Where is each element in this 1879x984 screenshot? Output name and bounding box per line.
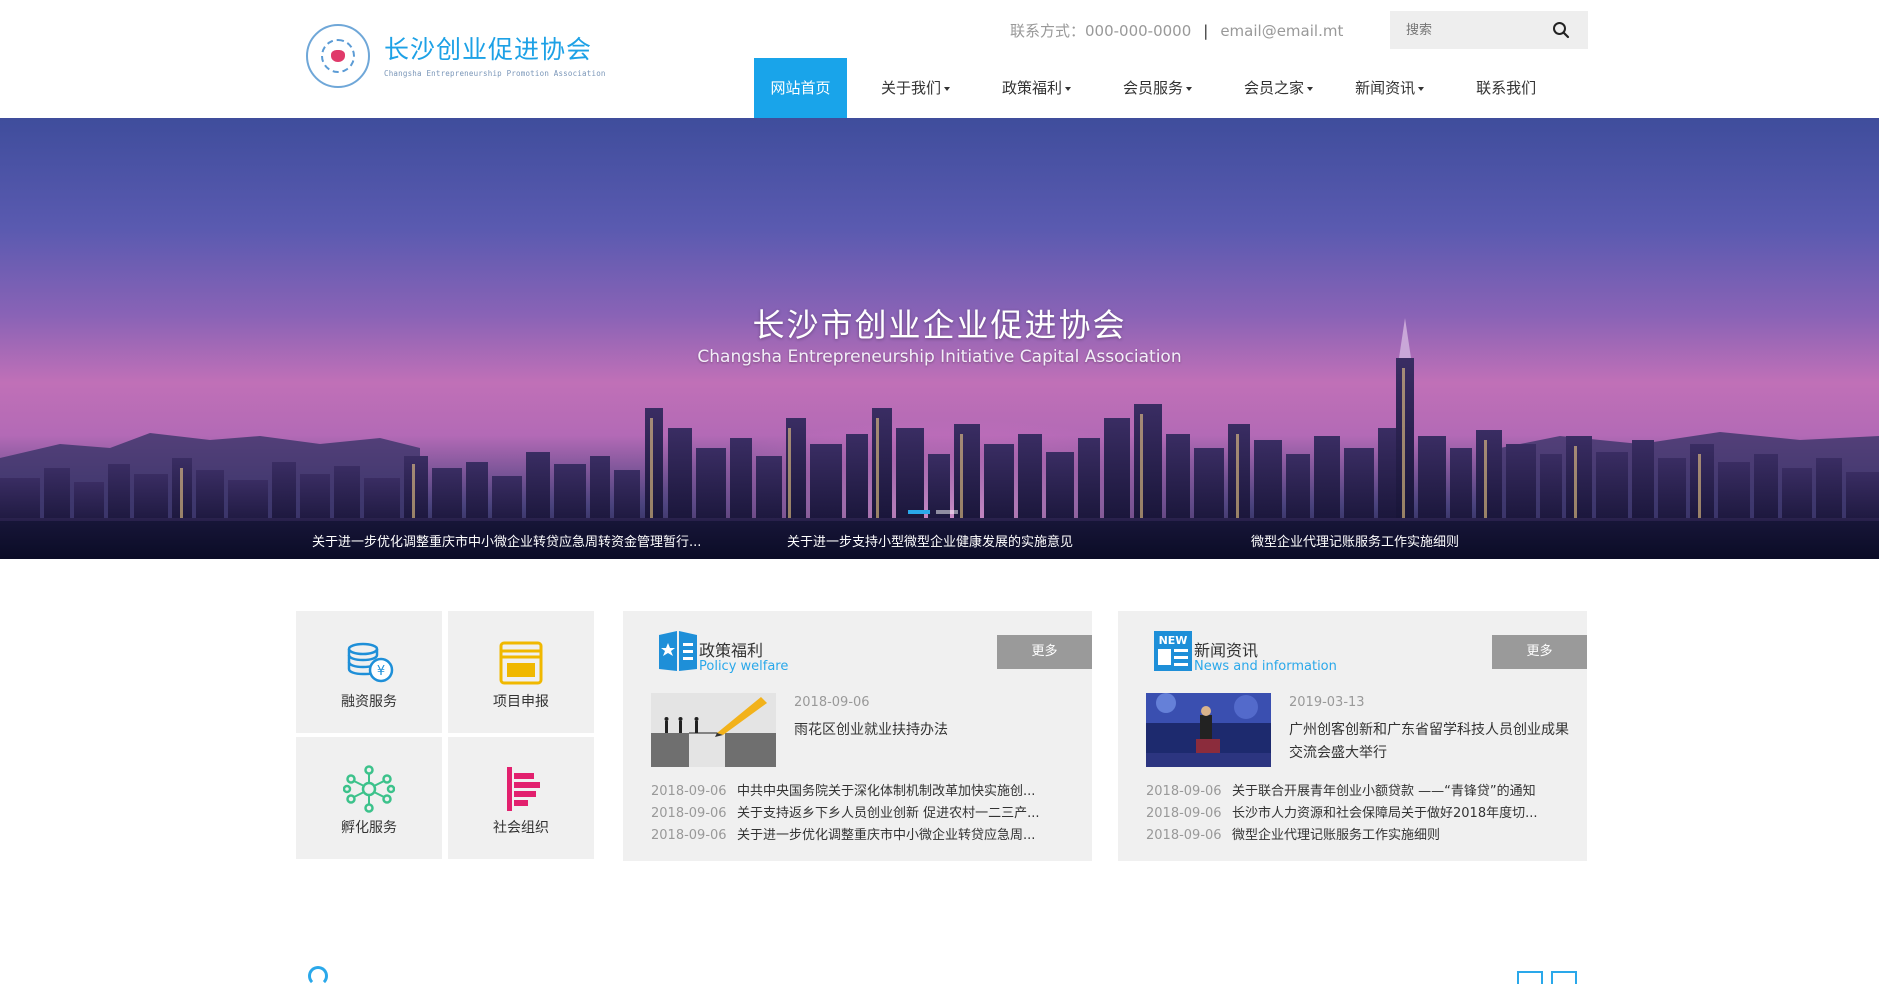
service-label: 项目申报 [493,694,549,710]
banner-subtitle: Changsha Entrepreneurship Initiative Cap… [697,347,1182,367]
ticker-link[interactable]: 微型企业代理记账服务工作实施细则 [1251,531,1459,550]
pencil-bridge-image [651,693,776,767]
list-item[interactable]: 2018-09-06 微型企业代理记账服务工作实施细则 [1146,825,1566,847]
logo-name: 长沙创业促进协会 [384,34,593,64]
featured-date: 2019-03-13 [1289,695,1365,710]
news-panel: NEW 新闻资讯 News and information 更多 2019-03… [1118,611,1587,861]
nav-item-news[interactable]: 新闻资讯 [1339,58,1440,118]
list-item[interactable]: 2018-09-06 关于联合开展青年创业小额贷款 ——“青锋贷”的通知 [1146,781,1566,803]
chevron-down-icon [1186,86,1193,91]
chevron-down-icon [1307,86,1314,91]
chevron-down-icon [944,86,951,91]
featured-date: 2018-09-06 [794,695,870,710]
policy-book-icon [659,631,697,671]
svg-text:NEW: NEW [1159,634,1188,647]
list-item[interactable]: 2018-09-06 长沙市人力资源和社会保障局关于做好2018年度切... [1146,803,1566,825]
service-label: 孵化服务 [341,820,397,836]
ticker-link[interactable]: 关于进一步优化调整重庆市中小微企业转贷应急周转资金管理暂行... [312,531,701,550]
chevron-down-icon [1065,86,1072,91]
nav-item-home[interactable]: 网站首页 [754,58,847,118]
site-logo[interactable]: 长沙创业促进协会 Changsha Entrepreneurship Promo… [306,24,606,88]
prev-arrow-icon[interactable] [1517,971,1543,984]
list-item[interactable]: 2018-09-06 中共中央国务院关于深化体制机制改革加快实施创... [651,781,1071,803]
site-header: 长沙创业促进协会 Changsha Entrepreneurship Promo… [0,0,1879,118]
nav-item-policy[interactable]: 政策福利 [986,58,1087,118]
coins-icon: ¥ [347,642,394,683]
service-project-application[interactable]: 项目申报 [448,611,594,733]
hero-banner[interactable]: 长沙市创业企业促进协会 Changsha Entrepreneurship In… [0,118,1879,559]
nav-item-contact[interactable]: 联系我们 [1460,58,1552,118]
nav-item-member-services[interactable]: 会员服务 [1107,58,1208,118]
policy-panel: 政策福利 Policy welfare 更多 2018-09-06 雨花区创业就… [623,611,1092,861]
contact-info: 联系方式：000-000-0000 | email@email.mt [1010,20,1343,41]
org-chart-icon [507,767,540,811]
featured-thumbnail[interactable] [651,693,776,767]
service-incubation[interactable]: 孵化服务 [296,737,442,859]
carousel-indicators [908,510,958,514]
list-item[interactable]: 2018-09-06 关于支持返乡下乡人员创业创新 促进农村一二三产... [651,803,1071,825]
service-label: 社会组织 [493,820,549,836]
next-arrow-icon[interactable] [1551,971,1577,984]
section-icon [308,966,328,984]
main-nav: 网站首页 关于我们 政策福利 会员服务 会员之家 新闻资讯 联系我们 [754,58,1552,118]
contact-separator: | [1203,22,1209,40]
featured-thumbnail[interactable] [1146,693,1271,767]
contact-email[interactable]: email@email.mt [1220,22,1343,40]
featured-title[interactable]: 广州创客创新和广东省留学科技人员创业成果交流会盛大举行 [1289,719,1569,765]
more-button[interactable]: 更多 [997,635,1092,669]
search-input[interactable] [1390,11,1540,49]
folder-icon [499,641,543,685]
news-list: 2018-09-06 关于联合开展青年创业小额贷款 ——“青锋贷”的通知 2018… [1146,781,1566,847]
ticker-link[interactable]: 关于进一步支持小型微型企业健康发展的实施意见 [787,531,1073,550]
panel-title: 新闻资讯 [1194,641,1259,660]
logo-seal-icon [306,24,370,88]
chevron-down-icon [1418,86,1425,91]
featured-title[interactable]: 雨花区创业就业扶持办法 [794,719,1074,742]
logo-english-name: Changsha Entrepreneurship Promotion Asso… [384,68,606,78]
conference-image [1146,693,1271,767]
list-item[interactable]: 2018-09-06 关于进一步优化调整重庆市中小微企业转贷应急周... [651,825,1071,847]
svg-text:¥: ¥ [377,664,385,679]
search-icon[interactable] [1552,21,1570,39]
search-box [1390,11,1588,49]
carousel-arrows [1517,971,1577,984]
panel-subtitle: News and information [1194,659,1337,674]
service-social-organization[interactable]: 社会组织 [448,737,594,859]
banner-title: 长沙市创业企业促进协会 [752,306,1127,344]
contact-phone: 联系方式：000-000-0000 [1010,22,1192,40]
service-label: 融资服务 [341,694,397,710]
panel-subtitle: Policy welfare [699,659,789,674]
news-ticker-bar: 关于进一步优化调整重庆市中小微企业转贷应急周转资金管理暂行... 关于进一步支持… [0,521,1879,559]
panel-title: 政策福利 [699,641,764,660]
news-icon: NEW [1154,631,1192,671]
carousel-dot[interactable] [908,510,930,514]
policy-list: 2018-09-06 中共中央国务院关于深化体制机制改革加快实施创... 2018… [651,781,1071,847]
nav-item-member-home[interactable]: 会员之家 [1228,58,1329,118]
network-icon [343,765,395,813]
carousel-dot[interactable] [936,510,958,514]
nav-item-about[interactable]: 关于我们 [865,58,966,118]
more-button[interactable]: 更多 [1492,635,1587,669]
service-financing[interactable]: ¥ 融资服务 [296,611,442,733]
